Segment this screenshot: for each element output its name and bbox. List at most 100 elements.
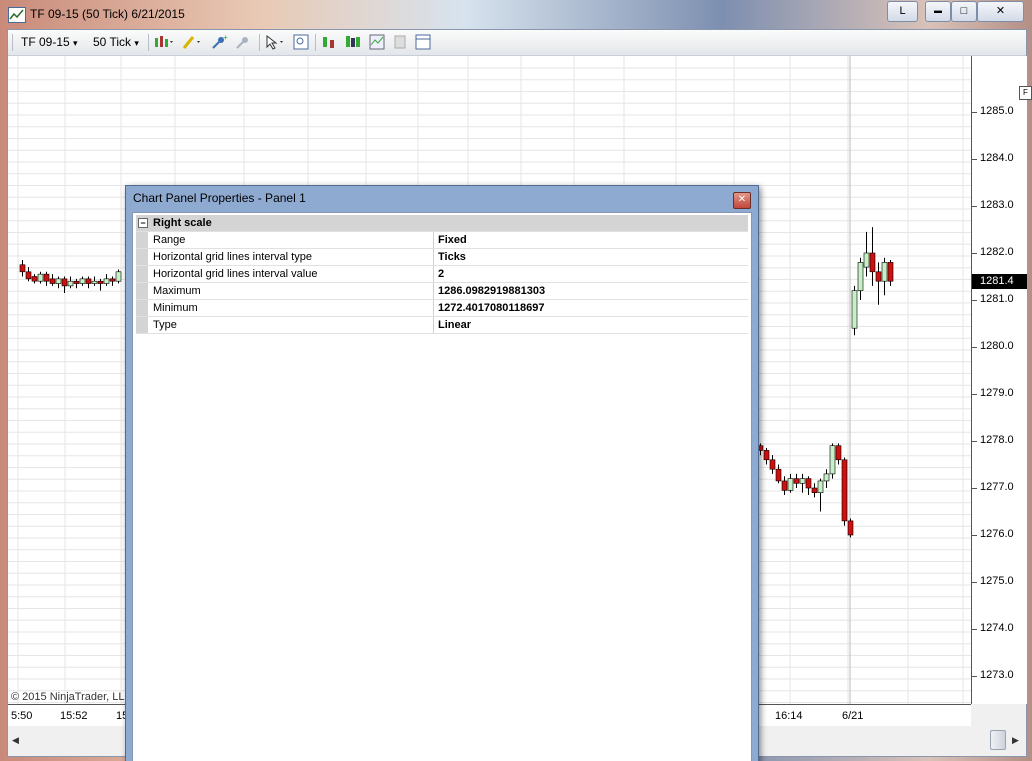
property-value[interactable]: 1286.0982919881303: [438, 283, 746, 299]
price-label: 1279.0: [980, 387, 1014, 399]
property-row[interactable]: Horizontal grid lines interval value 2: [136, 266, 748, 283]
instrument-label: TF 09-15: [21, 35, 70, 49]
candle-up: [79, 278, 86, 284]
property-row[interactable]: Maximum 1286.0982919881303: [136, 283, 748, 300]
candle-down: [97, 280, 104, 284]
candle-down: [763, 450, 770, 461]
templates-icon[interactable]: [392, 34, 408, 50]
price-tick: [972, 112, 977, 113]
property-value[interactable]: Fixed: [438, 232, 746, 248]
property-value[interactable]: Linear: [438, 317, 746, 333]
maximize-button[interactable]: □: [951, 1, 977, 22]
candle-down: [847, 520, 854, 536]
property-value[interactable]: 2: [438, 266, 746, 282]
candle-up: [799, 478, 806, 484]
price-label: 1274.0: [980, 622, 1014, 634]
price-tick: [972, 394, 977, 395]
price-label: 1280.0: [980, 340, 1014, 352]
candle-down: [775, 468, 782, 482]
row-gutter: [136, 249, 148, 265]
candle-down: [887, 262, 894, 282]
scroll-left-icon[interactable]: ◀: [12, 735, 19, 746]
time-label: 6/21: [842, 710, 864, 722]
indicators-icon[interactable]: [321, 34, 337, 50]
chart-window: TF 09-15 (50 Tick) 6/21/2015 L ▬ □ ✕ TF …: [0, 0, 1032, 761]
candle-down: [73, 280, 80, 284]
copyright-notice: © 2015 NinjaTrader, LLC: [11, 691, 133, 703]
chart-app-icon: [8, 7, 26, 23]
close-window-button[interactable]: ✕: [977, 1, 1024, 22]
price-tick: [972, 488, 977, 489]
properties-icon[interactable]: [369, 34, 385, 50]
price-label: 1283.0: [980, 199, 1014, 211]
price-scale[interactable]: 1285.0 1284.0 1283.0 1282.0 1281.0 1280.0 1279…: [971, 56, 1027, 704]
property-row[interactable]: Horizontal grid lines interval type Ticks: [136, 249, 748, 266]
fixed-scale-marker[interactable]: F: [1019, 86, 1032, 100]
interval-selector[interactable]: 50 Tick ▾: [93, 34, 139, 51]
toolbar-separator: [315, 34, 316, 51]
chart-toolbar: TF 09-15 ▾ 50 Tick ▾ +: [8, 30, 1026, 56]
price-label: 1276.0: [980, 528, 1014, 540]
interval-label: 50 Tick: [93, 35, 132, 49]
candle-down: [19, 264, 26, 273]
property-row[interactable]: Range Fixed: [136, 232, 748, 249]
scroll-thumb[interactable]: [990, 730, 1006, 750]
candle-down: [61, 278, 68, 287]
link-button[interactable]: L: [887, 1, 918, 22]
candle-down: [31, 276, 38, 282]
property-grid-container: − Right scale Range Fixed Horizontal grid …: [132, 212, 752, 761]
zoom-out-icon[interactable]: [235, 34, 251, 50]
candle-down: [869, 252, 876, 273]
property-name: Type: [153, 317, 434, 333]
chevron-down-icon: ▾: [134, 38, 139, 48]
last-price-marker: 1281.4: [972, 274, 1027, 290]
toolbar-separator: [259, 34, 260, 51]
row-gutter: [136, 317, 148, 333]
drawing-tool-pencil-icon[interactable]: [182, 34, 200, 50]
property-row[interactable]: Minimum 1272.4017080118697: [136, 300, 748, 317]
title-bar[interactable]: TF 09-15 (50 Tick) 6/21/2015 L ▬ □ ✕: [0, 0, 1032, 28]
time-label: 5:50: [11, 710, 33, 722]
minimize-button[interactable]: ▬: [925, 1, 951, 22]
row-gutter: [136, 283, 148, 299]
property-name: Horizontal grid lines interval type: [153, 249, 434, 265]
property-grid: − Right scale Range Fixed Horizontal grid …: [136, 215, 748, 334]
data-box-icon[interactable]: [293, 34, 309, 50]
property-row[interactable]: Type Linear: [136, 317, 748, 334]
candle-down: [25, 271, 32, 280]
svg-text:+: +: [223, 34, 228, 42]
price-label: 1278.0: [980, 434, 1014, 446]
chart-style-icon[interactable]: [154, 34, 173, 50]
property-value[interactable]: 1272.4017080118697: [438, 300, 746, 316]
price-label: 1284.0: [980, 152, 1014, 164]
candle-up: [55, 278, 62, 284]
category-row[interactable]: − Right scale: [136, 215, 748, 232]
property-name: Minimum: [153, 300, 434, 316]
candle-up: [787, 478, 794, 491]
dialog-title: Chart Panel Properties - Panel 1: [133, 191, 306, 205]
candle-down: [835, 445, 842, 461]
candle-down: [769, 459, 776, 470]
property-value[interactable]: Ticks: [438, 249, 746, 265]
price-tick: [972, 629, 977, 630]
property-name: Range: [153, 232, 434, 248]
toolbar-separator: [148, 34, 149, 51]
candle-down: [109, 278, 116, 282]
price-label: 1285.0: [980, 105, 1014, 117]
pointer-icon[interactable]: [264, 34, 283, 50]
panel-layout-icon[interactable]: [415, 34, 431, 50]
collapse-icon[interactable]: −: [138, 218, 148, 228]
price-tick: [972, 535, 977, 536]
time-label: 15:52: [60, 710, 88, 722]
candle-up: [37, 273, 44, 282]
strategies-icon[interactable]: [345, 34, 361, 50]
instrument-selector[interactable]: TF 09-15 ▾: [21, 34, 78, 51]
scroll-right-icon[interactable]: ▶: [1012, 735, 1019, 746]
candle-up: [881, 262, 888, 282]
price-label: 1282.0: [980, 246, 1014, 258]
candle-up: [823, 473, 830, 482]
price-tick: [972, 253, 977, 254]
window-title: TF 09-15 (50 Tick) 6/21/2015: [30, 7, 185, 21]
zoom-in-icon[interactable]: +: [211, 33, 228, 50]
dialog-close-button[interactable]: ✕: [733, 192, 751, 209]
